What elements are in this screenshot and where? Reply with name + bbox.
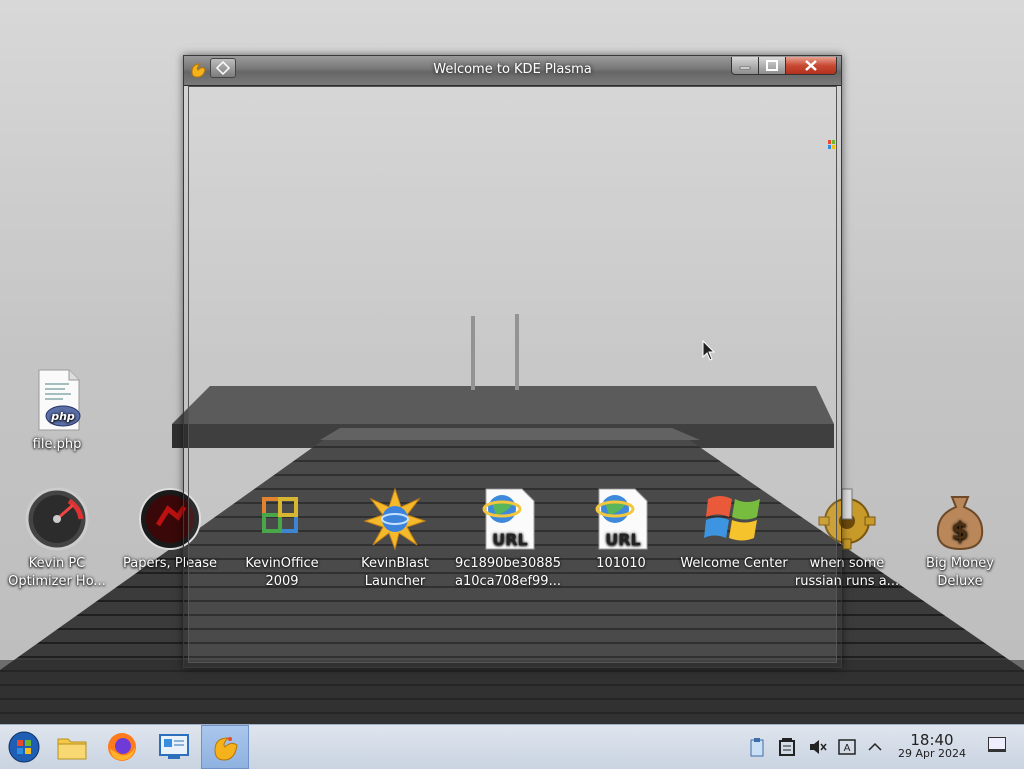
desktop-icon-label: Kevin PC Optimizer Ho... bbox=[8, 556, 106, 589]
money-bag-icon: $ bbox=[936, 496, 984, 551]
window-titlebar[interactable]: Welcome to KDE Plasma bbox=[184, 56, 841, 86]
mouse-cursor-icon bbox=[702, 340, 716, 361]
minimize-button[interactable] bbox=[731, 57, 759, 75]
muted-speaker-icon[interactable] bbox=[807, 737, 827, 757]
start-button[interactable] bbox=[0, 725, 48, 769]
close-icon bbox=[805, 60, 817, 71]
keyboard-layout-icon[interactable]: A bbox=[837, 737, 857, 757]
start-orb-icon bbox=[8, 731, 40, 763]
taskbar: A bbox=[0, 724, 1024, 769]
desktop-icon-label: file.php bbox=[32, 437, 82, 452]
taskbar-system-settings[interactable] bbox=[150, 725, 198, 769]
file-manager-icon bbox=[57, 738, 87, 760]
taskbar-firefox[interactable] bbox=[98, 725, 146, 769]
taskbar-kde-welcome[interactable] bbox=[201, 725, 249, 769]
php-file-icon: php bbox=[38, 369, 81, 431]
windows-logo-icon bbox=[828, 140, 835, 149]
svg-text:php: php bbox=[50, 410, 75, 423]
welcome-window[interactable]: Welcome to KDE Plasma bbox=[183, 55, 842, 668]
desktop-icon-label: Big Money Deluxe bbox=[925, 556, 994, 589]
maximize-icon bbox=[766, 60, 778, 71]
system-settings-icon bbox=[159, 734, 189, 759]
minimize-icon bbox=[739, 66, 751, 70]
chevron-up-icon[interactable] bbox=[865, 737, 885, 757]
desktop-icon-kevin-pc-optimizer[interactable]: Kevin PC Optimizer Ho... bbox=[2, 487, 112, 591]
svg-text:$: $ bbox=[952, 517, 969, 545]
kde-welcome-icon bbox=[214, 737, 238, 761]
show-desktop-button[interactable] bbox=[988, 737, 1006, 752]
close-button[interactable] bbox=[785, 57, 837, 75]
desktop-icon-big-money[interactable]: $ Big Money Deluxe bbox=[905, 487, 1015, 591]
firefox-icon bbox=[108, 733, 136, 761]
clipboard-icon[interactable] bbox=[747, 737, 767, 757]
window-content-area[interactable] bbox=[188, 86, 837, 663]
notes-icon[interactable] bbox=[777, 737, 797, 757]
speedometer-icon bbox=[25, 487, 89, 551]
svg-text:A: A bbox=[844, 743, 851, 754]
taskbar-file-manager[interactable] bbox=[48, 725, 96, 769]
clock-date[interactable]: 29 Apr 2024 bbox=[890, 747, 974, 760]
maximize-button[interactable] bbox=[758, 57, 786, 75]
desktop-icon-file-php[interactable]: php file.php bbox=[2, 368, 112, 454]
